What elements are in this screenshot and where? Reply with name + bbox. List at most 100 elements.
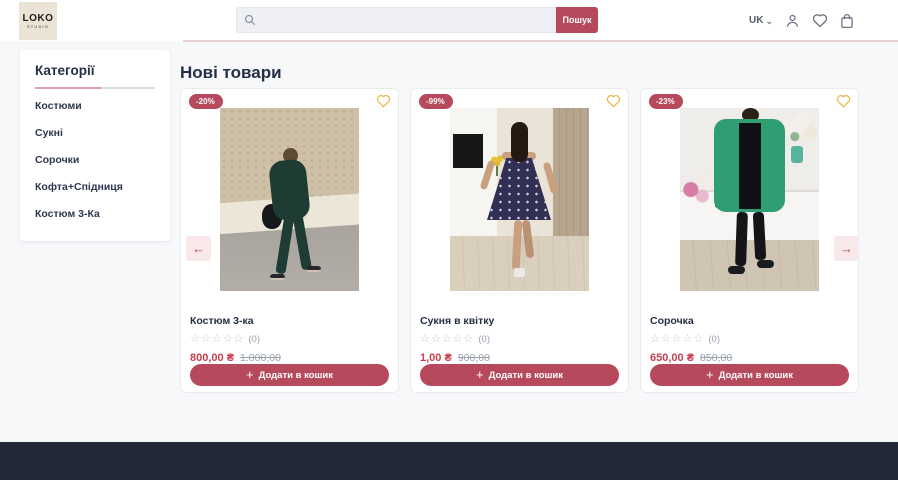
plus-icon: +	[246, 369, 254, 381]
photo-shape	[453, 134, 483, 168]
add-to-cart-label: Додати в кошик	[489, 370, 563, 381]
heart-icon	[812, 13, 828, 28]
star-icon: ☆	[201, 334, 211, 345]
product-photo[interactable]	[450, 108, 589, 291]
discount-badge: -23%	[649, 94, 683, 109]
heart-icon	[376, 94, 391, 108]
add-to-cart-button[interactable]: + Додати в кошик	[190, 364, 389, 386]
photo-shape	[791, 146, 803, 163]
product-rating: ☆ ☆ ☆ ☆ ☆ (0)	[420, 334, 619, 345]
star-icon: ☆	[661, 334, 671, 345]
category-list: Костюми Сукні Сорочки Кофта+Спідниця Кос…	[35, 92, 155, 227]
current-price: 1,00 ₴	[420, 352, 452, 364]
star-icon: ☆	[683, 334, 693, 345]
star-icon: ☆	[442, 334, 452, 345]
product-rating: ☆ ☆ ☆ ☆ ☆ (0)	[650, 334, 849, 345]
categories-sidebar: Категорії Костюми Сукні Сорочки Кофта+Сп…	[20, 50, 170, 241]
photo-shape	[306, 266, 321, 272]
price-row: 800,00 ₴ 1.000,00	[190, 352, 389, 364]
photo-shape	[553, 108, 589, 240]
cart-button[interactable]	[840, 13, 854, 29]
product-rating: ☆ ☆ ☆ ☆ ☆ (0)	[190, 334, 389, 345]
language-selector[interactable]: UK ⌄	[749, 15, 773, 26]
product-photo[interactable]	[680, 108, 819, 291]
product-name[interactable]: Костюм 3-ка	[190, 315, 389, 327]
photo-shape	[680, 168, 716, 204]
wishlist-button[interactable]	[812, 13, 828, 28]
photo-shape	[753, 212, 766, 261]
header: LOKO STUDIO Пошук UK ⌄	[0, 0, 898, 41]
star-icon: ☆	[190, 334, 200, 345]
product-photo[interactable]	[220, 108, 359, 291]
star-icon: ☆	[672, 334, 682, 345]
star-icon: ☆	[453, 334, 463, 345]
product-name[interactable]: Сорочка	[650, 315, 849, 327]
search-button[interactable]: Пошук	[556, 7, 598, 33]
current-price: 800,00 ₴	[190, 352, 234, 364]
language-label: UK	[749, 15, 763, 26]
add-to-cart-label: Додати в кошик	[259, 370, 333, 381]
current-price: 650,00 ₴	[650, 352, 694, 364]
category-item-sukni[interactable]: Сукні	[35, 119, 155, 146]
search-box	[236, 7, 556, 33]
header-actions: UK ⌄	[749, 0, 854, 41]
product-card: -20% Костюм 3-ка ☆ ☆ ☆	[180, 88, 399, 393]
category-item-kostium-3ka[interactable]: Костюм 3-Ка	[35, 200, 155, 227]
account-button[interactable]	[785, 13, 800, 28]
photo-shape	[739, 123, 761, 209]
photo-shape	[757, 260, 774, 268]
product-card: -99% Сукня	[410, 88, 629, 393]
arrow-left-icon: ←	[192, 241, 205, 256]
wishlist-toggle-button[interactable]	[836, 94, 851, 111]
logo[interactable]: LOKO STUDIO	[19, 2, 57, 40]
add-to-cart-button[interactable]: + Додати в кошик	[420, 364, 619, 386]
page-title: Нові товари	[180, 63, 282, 83]
photo-shape	[680, 240, 819, 291]
star-icon: ☆	[650, 334, 660, 345]
search-input[interactable]	[256, 15, 556, 26]
carousel-prev-button[interactable]: ←	[186, 236, 211, 261]
rating-count: (0)	[708, 334, 720, 345]
category-item-kofta-spidnytsia[interactable]: Кофта+Спідниця	[35, 173, 155, 200]
category-item-kostiumy[interactable]: Костюми	[35, 92, 155, 119]
header-accent-line	[183, 40, 898, 42]
photo-shape	[735, 212, 748, 266]
heart-icon	[836, 94, 851, 108]
category-item-sorochky[interactable]: Сорочки	[35, 146, 155, 173]
star-icon: ☆	[431, 334, 441, 345]
storefront-page: LOKO STUDIO Пошук UK ⌄	[0, 0, 898, 480]
product-carousel: -20% Костюм 3-ка ☆ ☆ ☆	[180, 88, 860, 393]
wishlist-toggle-button[interactable]	[376, 94, 391, 111]
sidebar-title: Категорії	[35, 63, 155, 78]
price-row: 650,00 ₴ 850,00	[650, 352, 849, 364]
product-card: -23% Сорочк	[640, 88, 859, 393]
wishlist-toggle-button[interactable]	[606, 94, 621, 111]
old-price: 900,00	[458, 352, 490, 364]
product-name[interactable]: Сукня в квітку	[420, 315, 619, 327]
star-icon: ☆	[212, 334, 222, 345]
photo-shape	[511, 122, 528, 162]
discount-badge: -20%	[189, 94, 223, 109]
add-to-cart-label: Додати в кошик	[719, 370, 793, 381]
footer	[0, 442, 898, 480]
photo-shape	[514, 268, 525, 277]
add-to-cart-button[interactable]: + Додати в кошик	[650, 364, 849, 386]
user-icon	[785, 13, 800, 28]
old-price: 850,00	[700, 352, 732, 364]
rating-count: (0)	[478, 334, 490, 345]
plus-icon: +	[476, 369, 484, 381]
logo-subtext: STUDIO	[27, 24, 49, 29]
star-icon: ☆	[420, 334, 430, 345]
old-price: 1.000,00	[240, 352, 281, 364]
star-icon: ☆	[694, 334, 704, 345]
search-bar: Пошук	[236, 7, 598, 33]
logo-text: LOKO	[23, 13, 54, 24]
shopping-bag-icon	[840, 13, 854, 29]
carousel-next-button[interactable]: →	[834, 236, 859, 261]
heart-icon	[606, 94, 621, 108]
star-icon: ☆	[234, 334, 244, 345]
plus-icon: +	[706, 369, 714, 381]
sidebar-divider	[35, 87, 155, 89]
arrow-right-icon: →	[840, 241, 853, 256]
photo-shape	[728, 266, 745, 274]
